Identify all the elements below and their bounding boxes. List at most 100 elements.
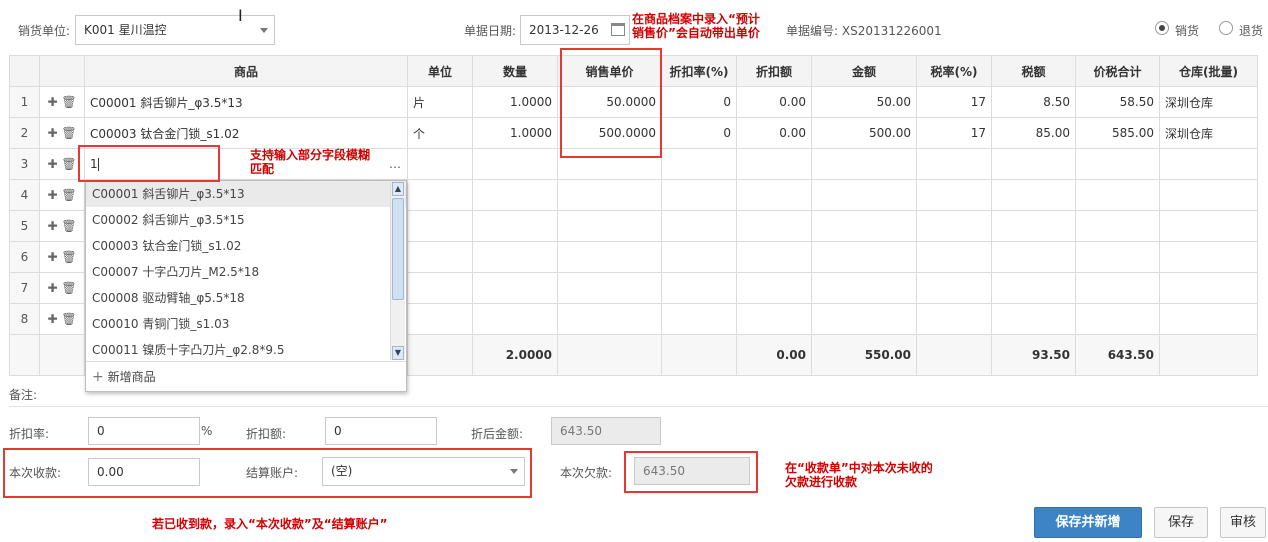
cell-total[interactable] (1075, 210, 1160, 242)
col-qty[interactable]: 数量 (472, 55, 558, 87)
date-field[interactable]: 2013-12-26 (520, 15, 630, 45)
cell-unit[interactable] (407, 272, 473, 304)
cell-unit[interactable] (407, 210, 473, 242)
cell-unit[interactable] (407, 241, 473, 273)
cell-amount[interactable] (811, 148, 917, 180)
cell-disc-amt[interactable] (736, 210, 812, 242)
cell-tax[interactable] (991, 179, 1076, 211)
cell-qty[interactable] (472, 303, 558, 335)
received-input[interactable]: 0.00 (88, 458, 200, 486)
scrollbar-thumb[interactable] (392, 198, 404, 300)
cell-price[interactable] (557, 303, 662, 335)
dropdown-item[interactable]: C00011 镍质十字凸刀片_φ2.8*9.5 (86, 337, 406, 363)
cell-unit[interactable] (407, 179, 473, 211)
disc-amt-input[interactable]: 0 (325, 417, 437, 445)
cell-disc-rate[interactable] (661, 241, 737, 273)
dropdown-item[interactable]: C00010 青铜门锁_s1.03 (86, 311, 406, 337)
cell-tax-rate[interactable] (916, 303, 992, 335)
cell-amount[interactable] (811, 179, 917, 211)
cell-tax-rate[interactable] (916, 241, 992, 273)
cell-warehouse[interactable] (1159, 148, 1258, 180)
save-and-new-button[interactable]: 保存并新增 (1034, 507, 1142, 538)
account-select[interactable]: (空) (322, 457, 525, 486)
col-item[interactable]: 商品 (84, 55, 408, 87)
col-tax[interactable]: 税额 (991, 55, 1076, 87)
cell-warehouse[interactable] (1159, 303, 1258, 335)
cell-disc-rate[interactable] (661, 303, 737, 335)
cell-qty[interactable]: 1.0000 (472, 86, 558, 118)
cell-amount[interactable] (811, 272, 917, 304)
cell-tax[interactable]: 8.50 (991, 86, 1076, 118)
trash-icon[interactable]: 🗑 (61, 219, 76, 233)
cell-qty[interactable] (472, 179, 558, 211)
cell-total[interactable] (1075, 241, 1160, 273)
dropdown-scrollbar[interactable]: ▲ ▼ (390, 182, 405, 360)
cell-price[interactable] (557, 241, 662, 273)
calendar-icon[interactable] (611, 23, 625, 36)
cell-tax[interactable]: 85.00 (991, 117, 1076, 149)
cell-disc-rate[interactable] (661, 210, 737, 242)
cell-unit[interactable]: 个 (407, 117, 473, 149)
cell-warehouse[interactable] (1159, 179, 1258, 211)
col-total[interactable]: 价税合计 (1075, 55, 1160, 87)
cell-disc-amt[interactable]: 0.00 (736, 117, 812, 149)
cell-item[interactable]: C00003 钛合金门锁_s1.02 (84, 117, 408, 149)
cell-tax[interactable] (991, 148, 1076, 180)
radio-return[interactable] (1219, 21, 1233, 35)
dropdown-item[interactable]: C00002 斜舌铆片_φ3.5*15 (86, 207, 406, 233)
save-button[interactable]: 保存 (1154, 507, 1208, 538)
cell-unit[interactable]: 片 (407, 86, 473, 118)
ellipsis-icon[interactable]: … (389, 157, 401, 171)
add-row-icon[interactable]: ✚ (47, 312, 57, 326)
col-warehouse[interactable]: 仓库(批量) (1159, 55, 1258, 87)
scroll-down-icon[interactable]: ▼ (392, 346, 404, 360)
add-row-icon[interactable]: ✚ (47, 188, 57, 202)
cell-price[interactable] (557, 179, 662, 211)
cell-disc-rate[interactable]: 0 (661, 86, 737, 118)
cell-tax-rate[interactable]: 17 (916, 86, 992, 118)
col-disc-amt[interactable]: 折扣额 (736, 55, 812, 87)
cell-unit[interactable] (407, 148, 473, 180)
scroll-up-icon[interactable]: ▲ (392, 182, 404, 196)
add-row-icon[interactable]: ✚ (47, 219, 57, 233)
radio-sale[interactable] (1155, 21, 1169, 35)
cell-tax[interactable] (991, 241, 1076, 273)
cell-tax-rate[interactable] (916, 179, 992, 211)
cell-total[interactable] (1075, 303, 1160, 335)
cell-total[interactable]: 58.50 (1075, 86, 1160, 118)
cell-amount[interactable] (811, 303, 917, 335)
cell-disc-amt[interactable] (736, 272, 812, 304)
dropdown-item[interactable]: C00007 十字凸刀片_M2.5*18 (86, 259, 406, 285)
cell-total[interactable]: 585.00 (1075, 117, 1160, 149)
disc-rate-input[interactable]: 0 (88, 417, 200, 445)
cell-qty[interactable] (472, 272, 558, 304)
cell-price[interactable] (557, 272, 662, 304)
add-row-icon[interactable]: ✚ (47, 126, 57, 140)
cell-amount[interactable] (811, 210, 917, 242)
cell-disc-rate[interactable]: 0 (661, 117, 737, 149)
seller-select[interactable]: K001 星川温控 (75, 15, 275, 45)
dropdown-item[interactable]: C00008 驱动臂轴_φ5.5*18 (86, 285, 406, 311)
cell-total[interactable] (1075, 148, 1160, 180)
add-row-icon[interactable]: ✚ (47, 95, 57, 109)
cell-disc-amt[interactable]: 0.00 (736, 86, 812, 118)
dropdown-item[interactable]: C00003 钛合金门锁_s1.02 (86, 233, 406, 259)
cell-warehouse[interactable] (1159, 210, 1258, 242)
add-row-icon[interactable]: ✚ (47, 157, 57, 171)
cell-disc-rate[interactable] (661, 148, 737, 180)
cell-warehouse[interactable]: 深圳仓库 (1159, 117, 1258, 149)
cell-tax-rate[interactable] (916, 272, 992, 304)
cell-price[interactable] (557, 210, 662, 242)
cell-total[interactable] (1075, 272, 1160, 304)
trash-icon[interactable]: 🗑 (61, 250, 76, 264)
trash-icon[interactable]: 🗑 (61, 188, 76, 202)
trash-icon[interactable]: 🗑 (61, 281, 76, 295)
trash-icon[interactable]: 🗑 (61, 157, 76, 171)
add-row-icon[interactable]: ✚ (47, 281, 57, 295)
trash-icon[interactable]: 🗑 (61, 95, 76, 109)
cell-amount[interactable]: 500.00 (811, 117, 917, 149)
cell-disc-rate[interactable] (661, 272, 737, 304)
cell-qty[interactable]: 1.0000 (472, 117, 558, 149)
cell-tax[interactable] (991, 210, 1076, 242)
cell-disc-amt[interactable] (736, 303, 812, 335)
